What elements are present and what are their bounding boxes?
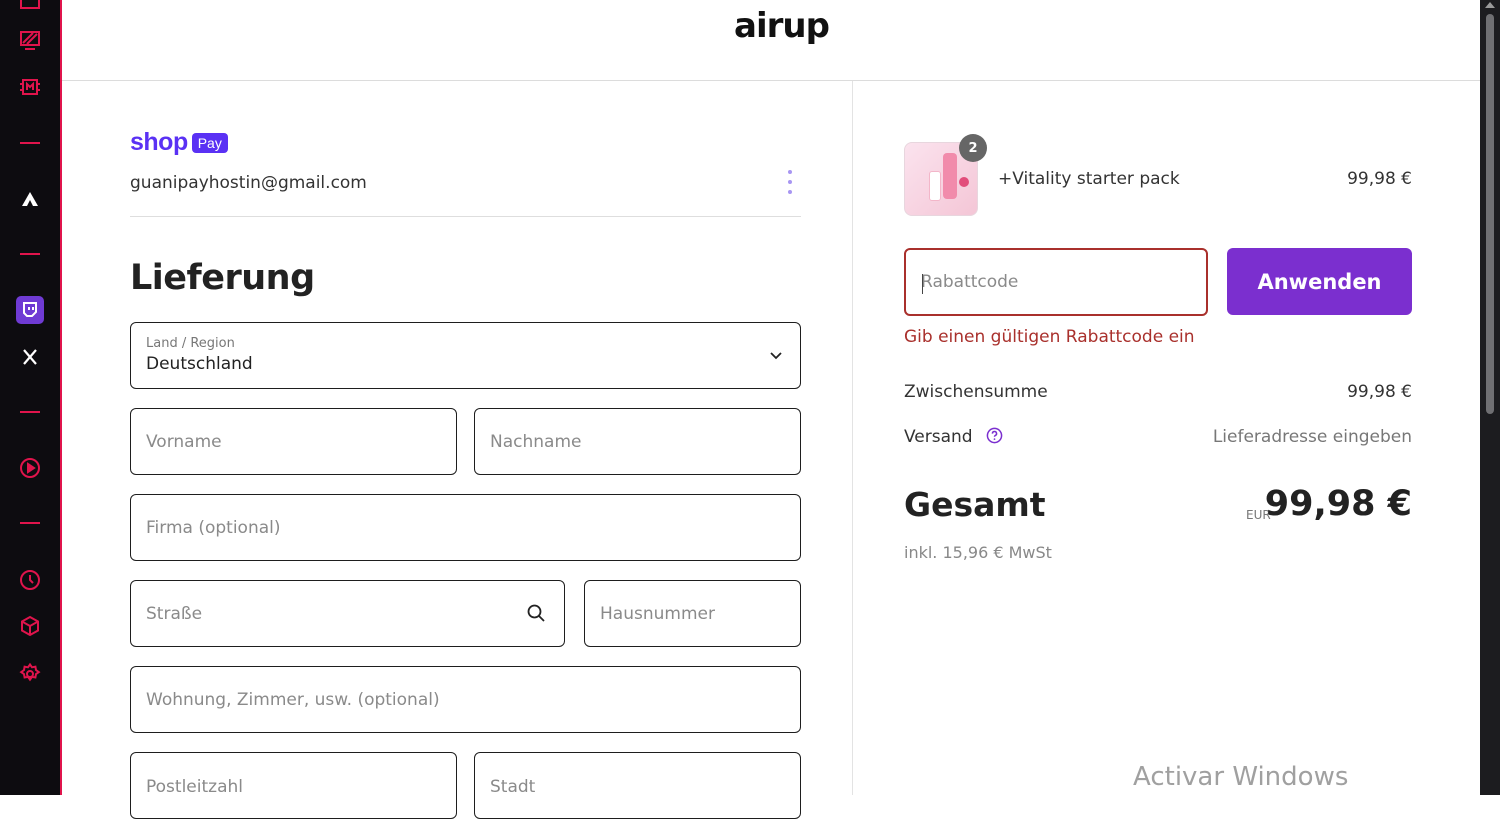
house-number-field[interactable] [584, 580, 801, 647]
windows-activation-watermark: Activar Windows [1133, 762, 1349, 792]
first-name-field[interactable] [130, 408, 457, 475]
apartment-field[interactable] [130, 666, 801, 733]
scroll-up-arrow-icon[interactable] [1485, 2, 1495, 8]
subtotal-value: 99,98 € [1347, 382, 1412, 402]
checkout-header: airup [62, 0, 1480, 81]
x-icon[interactable] [16, 343, 44, 371]
shipping-value: Lieferadresse eingeben [1212, 427, 1412, 447]
total-amount: 99,98 € [1264, 484, 1412, 524]
player-icon[interactable] [16, 454, 44, 482]
shop-pay-logo: shop Pay [130, 128, 228, 157]
subtotal-label: Zwischensumme [904, 382, 1048, 402]
postal-code-field[interactable] [130, 752, 457, 820]
scrollbar-thumb[interactable] [1486, 14, 1494, 414]
settings-icon[interactable] [16, 660, 44, 688]
city-field[interactable] [474, 752, 801, 820]
product-price: 99,98 € [1347, 169, 1412, 189]
tax-note: inkl. 15,96 € MwSt [904, 543, 1052, 562]
search-icon[interactable] [526, 603, 546, 623]
apartment-input[interactable] [146, 667, 785, 732]
chevron-down-icon [770, 352, 782, 360]
more-options-icon[interactable] [784, 170, 796, 194]
postal-code-input[interactable] [146, 753, 441, 820]
delivery-title: Lieferung [130, 258, 315, 298]
cube-icon[interactable] [16, 612, 44, 640]
country-select[interactable]: Land / Region Deutschland [130, 322, 801, 389]
browser-sidebar [0, 0, 62, 795]
history-icon[interactable] [16, 566, 44, 594]
discount-code-field[interactable] [904, 248, 1208, 316]
discount-error-message: Gib einen gültigen Rabattcode ein [904, 327, 1195, 347]
product-name: +Vitality starter pack [998, 169, 1180, 189]
sidebar-divider [20, 253, 40, 255]
column-divider [852, 81, 853, 795]
shipping-row: Versand [904, 427, 1003, 447]
apply-discount-button[interactable]: Anwenden [1227, 248, 1412, 315]
street-input[interactable] [146, 581, 549, 646]
street-field[interactable] [130, 580, 565, 647]
twitch-icon[interactable] [16, 296, 44, 324]
page-scrollbar[interactable] [1480, 0, 1500, 795]
company-input[interactable] [146, 495, 785, 560]
screen-share-icon[interactable] [16, 26, 44, 54]
sidebar-divider [20, 411, 40, 413]
account-email: guanipayhostin@gmail.com [130, 173, 367, 193]
aria-icon[interactable] [16, 185, 44, 213]
country-value: Deutschland [146, 354, 253, 374]
brand-logo[interactable]: airup [734, 6, 830, 46]
memory-chip-icon[interactable] [16, 73, 44, 101]
discount-code-input[interactable] [921, 250, 1191, 314]
shipping-label: Versand [904, 427, 973, 447]
total-label: Gesamt [904, 485, 1046, 524]
city-input[interactable] [490, 753, 785, 820]
shop-pay-word: shop [130, 128, 188, 156]
house-number-input[interactable] [600, 581, 785, 646]
last-name-field[interactable] [474, 408, 801, 475]
country-label: Land / Region [146, 336, 235, 351]
shop-pay-badge: Pay [191, 132, 228, 153]
help-icon[interactable] [986, 427, 1003, 444]
media-icon[interactable] [16, 0, 44, 16]
section-divider [130, 216, 801, 217]
quantity-badge: 2 [959, 134, 987, 162]
first-name-input[interactable] [146, 409, 441, 474]
text-cursor [922, 274, 923, 294]
company-field[interactable] [130, 494, 801, 561]
last-name-input[interactable] [490, 409, 785, 474]
sidebar-divider [20, 522, 40, 524]
sidebar-divider [20, 142, 40, 144]
